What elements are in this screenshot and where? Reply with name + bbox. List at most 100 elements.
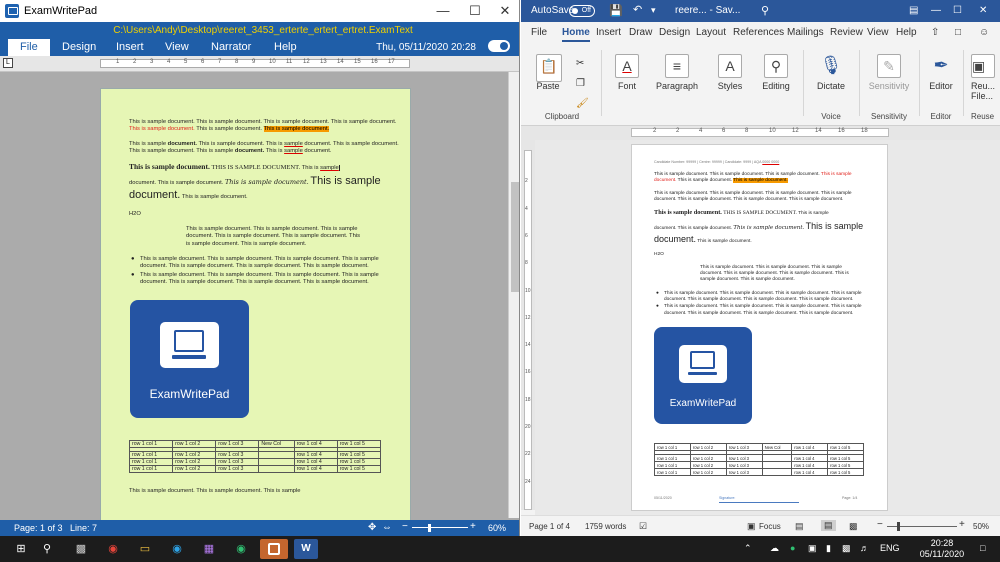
styles-button[interactable]: Styles [707,81,753,91]
undo-icon[interactable]: ↶ [633,3,642,16]
chrome-profile-icon[interactable]: ◉ [230,539,252,559]
fit-page-icon[interactable]: ✥ [368,522,376,533]
tab-design[interactable]: Design [659,27,690,38]
network-icon[interactable]: ▩ [842,543,851,554]
zoom-in-icon[interactable]: + [959,519,965,530]
chevron-up-icon[interactable]: ⌃ [744,543,752,554]
paste-button[interactable]: Paste [521,81,583,91]
zoom-slider[interactable] [412,527,468,528]
paragraph-icon[interactable]: ≡ [665,54,689,78]
start-icon[interactable]: ⊞ [10,539,32,559]
customize-qat-icon[interactable]: ▾ [651,5,656,16]
horizontal-ruler[interactable]: 1 2 3 4 5 6 7 8 9 10 11 12 13 14 15 16 17 [100,59,410,68]
word-taskbar-icon[interactable]: W [294,539,318,559]
tab-references[interactable]: References [733,27,784,38]
dictate-button[interactable]: Dictate [807,81,855,91]
sensitivity-button[interactable]: Sensitivity [861,81,917,91]
print-layout-icon[interactable]: ▤ [821,520,836,531]
emoji-icon[interactable]: ☺ [979,27,989,38]
language-indicator[interactable]: ENG [880,543,900,553]
cut-icon[interactable]: ✂ [576,58,584,69]
accessibility-icon[interactable]: ☑ [639,521,647,532]
paste-icon[interactable]: 📋 [536,54,562,82]
vertical-scrollbar[interactable] [508,72,519,518]
document-page[interactable]: ​Candidate Number: 99999 | Centre: 99999… [631,144,888,511]
web-layout-icon[interactable]: ▩ [849,521,858,532]
reuse-files-button[interactable]: Reu... File... [971,81,1000,101]
zoom-slider-thumb[interactable] [428,524,431,532]
volume-icon[interactable]: ♬ [860,543,869,553]
paragraph-button[interactable]: Paragraph [649,81,705,91]
zoom-out-icon[interactable]: − [877,519,883,530]
word-count[interactable]: 1759 words [585,522,626,531]
font-icon[interactable]: A [615,54,639,78]
comments-icon[interactable]: □ [955,27,961,38]
zoom-level[interactable]: 50% [973,522,989,531]
tab-file[interactable]: File [531,27,547,38]
tab-insert[interactable]: Insert [106,39,154,56]
share-icon[interactable]: ⇧ [931,27,939,38]
zoom-slider-thumb[interactable] [897,522,900,531]
copy-icon[interactable]: ❐ [576,78,585,89]
editing-icon[interactable]: ⚲ [764,54,788,78]
photos-icon[interactable]: ▩ [70,539,92,559]
reuse-files-icon[interactable]: ▣ [971,54,995,78]
tab-narrator[interactable]: Narrator [201,39,261,56]
clock[interactable]: 20:28 05/11/2020 [912,538,972,560]
minimize-icon[interactable]: — [931,5,941,16]
close-icon[interactable]: ✕ [490,3,519,19]
save-icon[interactable]: 💾 [609,4,623,17]
search-icon[interactable]: ⚲ [36,539,58,559]
maximize-icon[interactable]: ☐ [953,5,962,16]
tab-help[interactable]: Help [896,27,917,38]
tab-draw[interactable]: Draw [629,27,652,38]
chrome-icon[interactable]: ◉ [102,539,124,559]
minimize-icon[interactable]: — [428,3,458,18]
display-icon[interactable]: ▣ [808,543,817,554]
maximize-icon[interactable]: ☐ [460,3,490,19]
tab-help[interactable]: Help [264,39,307,56]
scrollbar-thumb[interactable] [511,182,519,292]
focus-button[interactable]: Focus [759,522,781,531]
cloud-icon[interactable]: ☁ [770,543,779,554]
edge-icon[interactable]: ◉ [166,539,188,559]
examwritepad-taskbar-icon[interactable] [260,539,288,559]
tab-layout[interactable]: Layout [696,27,726,38]
notifications-icon[interactable]: □ [980,543,985,553]
editor-icon[interactable]: ✒ [929,54,953,78]
battery-icon[interactable]: ▮ [826,543,831,554]
microphone-icon[interactable]: 🎙 [819,54,843,78]
tab-file[interactable]: File [8,39,50,57]
editor-button[interactable]: Editor [921,81,961,91]
vertical-ruler[interactable]: 2 4 6 8 10 12 14 16 18 20 22 24 [524,150,532,510]
close-icon[interactable]: ✕ [979,5,987,16]
zoom-out-icon[interactable]: − [402,521,408,532]
format-painter-icon[interactable]: 🖌 [576,98,589,109]
tab-mailings[interactable]: Mailings [787,27,824,38]
tab-stop-selector[interactable]: L [3,58,13,68]
font-button[interactable]: Font [605,81,649,91]
horizontal-ruler[interactable]: 2 2 4 6 8 10 12 14 16 18 [631,128,889,137]
tab-insert[interactable]: Insert [596,27,621,38]
editing-button[interactable]: Editing [753,81,799,91]
tab-view[interactable]: View [155,39,199,56]
theme-toggle[interactable] [488,40,510,52]
autosave-toggle[interactable]: Off [569,5,595,17]
security-icon[interactable]: ● [790,543,795,553]
focus-icon[interactable]: ▣ [747,521,756,532]
document-page[interactable]: This is sample document. This is sample … [100,88,411,536]
search-icon[interactable]: ⚲ [761,4,769,17]
tab-home[interactable]: Home [562,27,590,42]
tab-review[interactable]: Review [830,27,863,38]
fit-width-icon[interactable]: ⇔ [382,522,392,533]
file-explorer-icon[interactable]: ▭ [134,539,156,559]
tab-view[interactable]: View [867,27,889,38]
tab-design[interactable]: Design [52,39,106,56]
pdf-app-icon[interactable]: ▦ [198,539,220,559]
styles-icon[interactable]: A [718,54,742,78]
zoom-in-icon[interactable]: + [470,521,476,532]
sensitivity-icon[interactable]: ✎ [877,54,901,78]
page-count[interactable]: Page 1 of 4 [529,522,570,531]
read-mode-icon[interactable]: ▤ [795,521,804,532]
ribbon-display-icon[interactable]: ▤ [909,5,918,16]
